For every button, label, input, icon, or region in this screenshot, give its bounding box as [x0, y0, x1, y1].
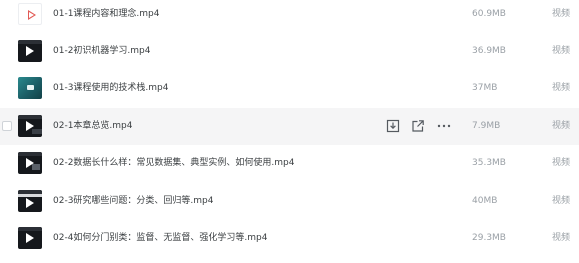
file-name[interactable]: 02-4如何分门别类：监督、无监督、强化学习等.mp4 [53, 231, 268, 245]
video-thumbnail [18, 115, 42, 137]
file-size: 40MB [472, 196, 498, 206]
file-name[interactable]: 01-1课程内容和理念.mp4 [53, 7, 160, 21]
file-name[interactable]: 01-2初识机器学习.mp4 [53, 44, 151, 58]
play-icon [26, 46, 34, 56]
pdf-play-icon [18, 3, 42, 25]
file-size: 36.9MB [472, 46, 506, 56]
file-row[interactable]: 01-1课程内容和理念.mp4 60.9MB 视频 [0, 0, 579, 33]
file-size: 37MB [472, 83, 498, 93]
file-type: 视频 [552, 196, 571, 206]
file-name[interactable]: 01-3课程使用的技术栈.mp4 [53, 81, 169, 95]
file-type: 视频 [552, 83, 571, 93]
video-thumbnail [18, 77, 42, 99]
file-size: 60.9MB [472, 9, 506, 19]
play-icon [26, 158, 34, 168]
more-icon[interactable] [435, 117, 453, 135]
download-icon[interactable] [384, 117, 402, 135]
video-thumbnail [18, 40, 42, 62]
file-row[interactable]: 02-2数据长什么样：常见数据集、典型实例、如何使用.mp4 35.3MB 视频 [0, 145, 579, 182]
video-thumbnail [18, 227, 42, 249]
file-row[interactable]: 02-3研究哪些问题：分类、回归等.mp4 40MB 视频 [0, 183, 579, 220]
play-icon [26, 198, 34, 208]
file-size: 7.9MB [472, 121, 501, 131]
file-type: 视频 [552, 158, 571, 168]
video-thumbnail [18, 152, 42, 174]
file-row-hovered[interactable]: 02-1本章总览.mp4 7.9MB 视频 [0, 108, 579, 145]
file-size: 29.3MB [472, 233, 506, 243]
file-type: 视频 [552, 233, 571, 243]
file-name[interactable]: 02-1本章总览.mp4 [53, 119, 133, 133]
file-size: 35.3MB [472, 158, 506, 168]
file-row[interactable]: 01-3课程使用的技术栈.mp4 37MB 视频 [0, 70, 579, 107]
file-name[interactable]: 02-2数据长什么样：常见数据集、典型实例、如何使用.mp4 [53, 156, 295, 170]
share-icon[interactable] [409, 117, 427, 135]
file-row[interactable]: 01-2初识机器学习.mp4 36.9MB 视频 [0, 33, 579, 70]
file-row[interactable]: 02-4如何分门别类：监督、无监督、强化学习等.mp4 29.3MB 视频 [0, 220, 579, 257]
file-type: 视频 [552, 46, 571, 56]
play-icon [26, 233, 34, 243]
play-icon [26, 121, 34, 131]
file-type: 视频 [552, 9, 571, 19]
file-type: 视频 [552, 121, 571, 131]
file-list: 01-1课程内容和理念.mp4 60.9MB 视频 01-2初识机器学习.mp4… [0, 0, 579, 263]
file-name[interactable]: 02-3研究哪些问题：分类、回归等.mp4 [53, 194, 214, 208]
video-thumbnail [18, 190, 42, 212]
select-checkbox[interactable] [2, 121, 12, 131]
